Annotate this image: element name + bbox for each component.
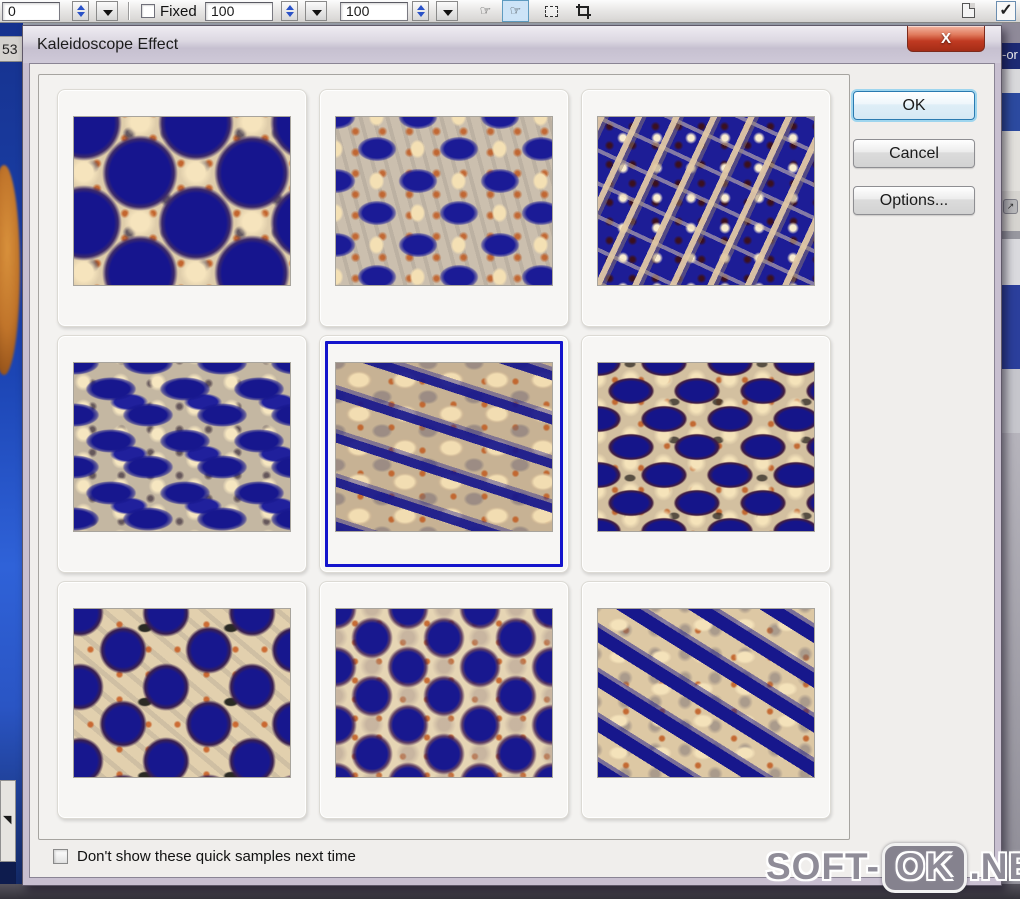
angle-input[interactable]: 0 [2,2,60,21]
background-fragment [1002,285,1020,369]
sample-5[interactable] [319,335,569,573]
apply-checkmark-button[interactable]: ✓ [996,1,1016,21]
background-fragment [1002,239,1020,285]
watermark-suffix: .NET [969,846,1020,887]
background-fragment [1002,433,1020,899]
width-percent-input[interactable]: 100 [205,2,273,21]
dont-show-checkbox[interactable] [53,848,68,864]
export-tool-button[interactable] [958,1,981,21]
kaleidoscope-effect-dialog: Kaleidoscope Effect X OK Cancel Options.… [22,25,1002,886]
spin-down-icon [286,12,294,17]
fixed-checkbox[interactable] [141,4,155,18]
background-desktop-strip: 53 ◥ [0,23,23,899]
cancel-button[interactable]: Cancel [853,139,975,168]
marquee-tool-button[interactable] [538,0,565,22]
background-fragment: ↗ [1002,191,1020,231]
sample-8[interactable] [319,581,569,819]
kaleidoscope-preview [73,608,291,778]
wallpaper-fish [0,165,20,375]
sample-3[interactable] [581,89,831,327]
spin-up-icon [417,5,425,10]
hand-select-tool-button[interactable]: ☞ [472,0,499,22]
crop-icon [576,3,591,19]
sample-1[interactable] [57,89,307,327]
dialog-client-area: OK Cancel Options... Don't show these qu… [29,63,995,878]
background-app-strip: -or ↗ [1002,23,1020,899]
sample-2[interactable] [319,89,569,327]
samples-grid [38,74,850,840]
background-app-icon: ◥ [3,814,12,826]
background-text-fragment: -or [1002,43,1020,69]
kaleidoscope-preview [73,362,291,532]
page-icon [962,3,975,18]
background-panel: ◥ [0,780,16,862]
angle-dropdown-button[interactable] [96,1,118,21]
height-percent-input[interactable]: 100 [340,2,408,21]
width-spinner[interactable] [281,1,298,21]
spin-up-icon [77,5,85,10]
sample-4[interactable] [57,335,307,573]
kaleidoscope-preview [335,608,553,778]
close-button[interactable]: X [907,26,985,52]
sample-6[interactable] [581,335,831,573]
background-divider [1002,231,1020,239]
options-button[interactable]: Options... [853,186,975,215]
hand-tool-icon: ☞ [509,3,522,18]
height-dropdown-button[interactable] [436,1,458,21]
selection-frame [325,341,563,567]
watermark-ok-badge: OK [881,843,968,893]
background-fragment [1002,369,1020,433]
ruler-value: 53 [0,36,23,62]
background-toolbar: 0 Fixed 100 100 ☞ ☞ ✓ [0,0,1020,23]
marquee-icon [545,5,558,17]
checkmark-icon: ✓ [999,2,1013,19]
dont-show-label: Don't show these quick samples next time [77,847,356,865]
sample-9[interactable] [581,581,831,819]
fixed-label: Fixed [160,3,197,20]
background-fragment [1002,69,1020,93]
background-fragment [1002,23,1020,43]
hand-move-tool-button[interactable]: ☞ [502,0,529,22]
kaleidoscope-preview [597,116,815,286]
kaleidoscope-preview [335,116,553,286]
crop-tool-button[interactable] [570,0,597,22]
background-thumbnail-icon: ↗ [1003,199,1018,214]
dialog-titlebar[interactable]: Kaleidoscope Effect X [23,26,1001,63]
angle-spinner[interactable] [72,1,89,21]
kaleidoscope-preview [597,608,815,778]
dont-show-row: Don't show these quick samples next time [53,847,356,865]
dialog-title: Kaleidoscope Effect [37,36,179,53]
height-spinner[interactable] [412,1,429,21]
hand-tool-icon: ☞ [479,3,492,18]
watermark: SOFT-OK.NET [766,843,1020,893]
ok-button[interactable]: OK [853,91,975,120]
width-dropdown-button[interactable] [305,1,327,21]
spin-up-icon [286,5,294,10]
spin-down-icon [77,12,85,17]
sample-7[interactable] [57,581,307,819]
background-fragment [1002,131,1020,191]
toolbar-separator [128,2,130,20]
kaleidoscope-preview [73,116,291,286]
spin-down-icon [417,12,425,17]
close-icon: X [940,30,951,47]
kaleidoscope-preview [597,362,815,532]
background-fragment [1002,93,1020,131]
watermark-prefix: SOFT- [766,846,880,887]
